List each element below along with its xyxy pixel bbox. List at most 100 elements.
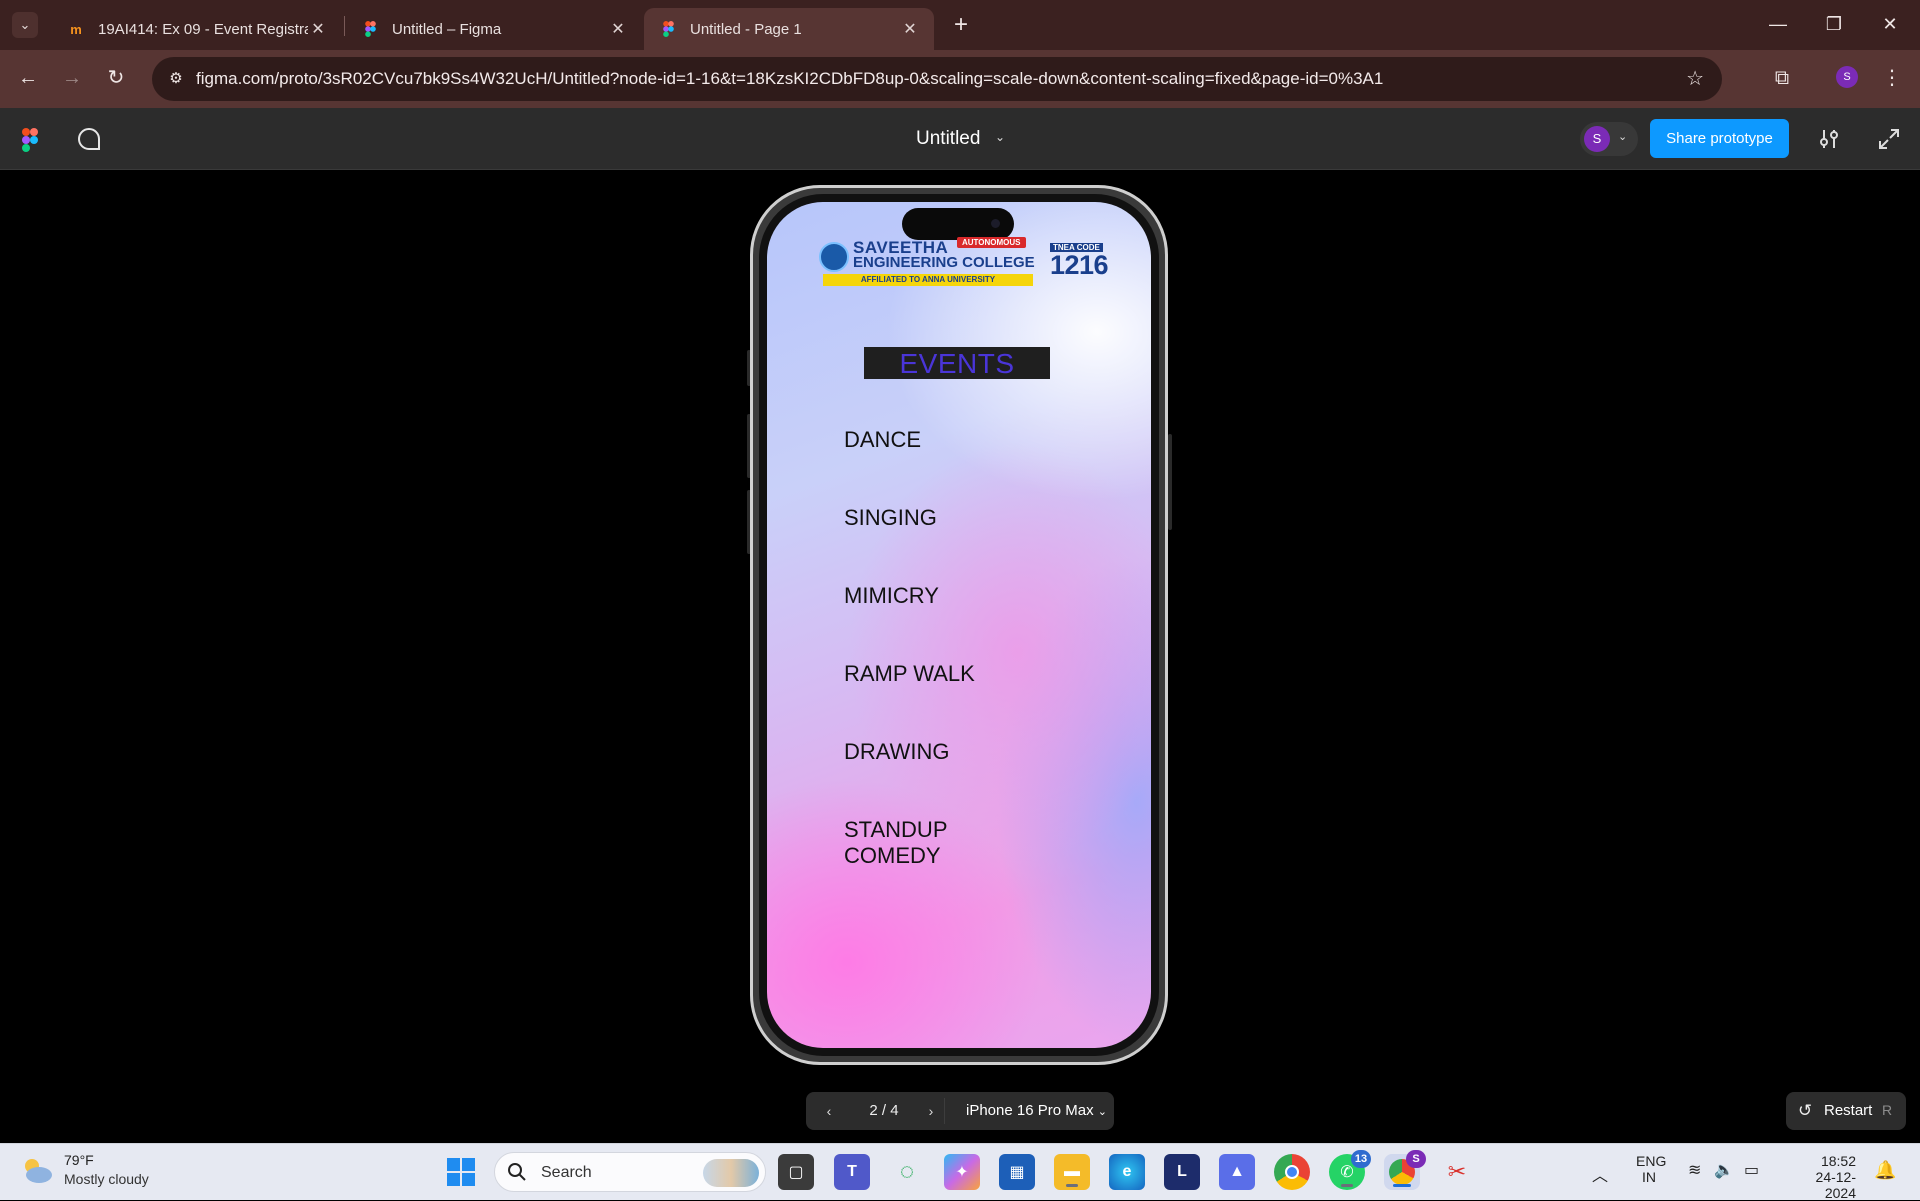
event-mimicry[interactable]: MIMICRY: [844, 583, 939, 609]
settings-sliders-icon[interactable]: [1816, 126, 1842, 152]
profile-badge: S: [1406, 1150, 1426, 1168]
clock-time: 18:52: [1820, 1153, 1856, 1169]
task-view-icon[interactable]: ▢: [778, 1154, 814, 1190]
device-selector[interactable]: iPhone 16 Pro Max ⌄: [966, 1102, 1107, 1119]
logo-affiliation: AFFILIATED TO ANNA UNIVERSITY: [823, 274, 1033, 286]
tnea-code: 1216: [1050, 250, 1109, 280]
copilot-icon[interactable]: ✦: [944, 1154, 980, 1190]
url-text[interactable]: figma.com/proto/3sR02CVcu7bk9Ss4W32UcH/U…: [196, 69, 1383, 89]
active-indicator: [1393, 1184, 1411, 1187]
tab-title: Untitled – Figma: [392, 20, 502, 38]
snipping-tool-icon[interactable]: ✂: [1439, 1154, 1475, 1190]
chevron-down-icon[interactable]: ⌄: [995, 130, 1005, 144]
taskbar-search[interactable]: Search: [494, 1152, 766, 1192]
window-close-button[interactable]: ✕: [1862, 0, 1918, 50]
weather-description[interactable]: Mostly cloudy: [64, 1171, 149, 1187]
close-icon[interactable]: ✕: [900, 19, 920, 39]
figma-icon: [660, 21, 676, 37]
autonomous-badge: AUTONOMOUS: [957, 237, 1026, 248]
prototype-pager: ‹ 2 / 4 › iPhone 16 Pro Max ⌄: [806, 1092, 1114, 1130]
search-highlight-image: [703, 1159, 759, 1187]
browser-tab-bar: ⌄ m 19AI414: Ex 09 - Event Registrat ✕ U…: [0, 0, 1920, 50]
site-info-icon[interactable]: ⚙: [160, 63, 192, 95]
reload-button[interactable]: ↻: [100, 62, 132, 94]
event-ramp-walk[interactable]: RAMP WALK: [844, 661, 975, 687]
extensions-icon[interactable]: ⧉: [1766, 62, 1798, 94]
figma-icon: [362, 21, 378, 37]
notification-bell-icon[interactable]: 🔔: [1874, 1160, 1896, 1181]
camera-lens: [991, 219, 1000, 228]
language-line1: ENG: [1636, 1153, 1667, 1169]
whatsapp-icon[interactable]: ✆ 13: [1329, 1150, 1371, 1190]
minimize-button[interactable]: —: [1750, 0, 1806, 50]
file-title[interactable]: Untitled: [916, 128, 980, 150]
chrome-profile-icon[interactable]: S: [1384, 1150, 1426, 1190]
restart-button[interactable]: ↺ Restart R: [1786, 1092, 1906, 1130]
tab-title: 19AI414: Ex 09 - Event Registrat: [98, 20, 308, 38]
college-logo: SAVEETHA AUTONOMOUS ENGINEERING COLLEGE …: [819, 236, 1109, 288]
tab-figma-editor[interactable]: Untitled – Figma ✕: [346, 8, 642, 50]
cloud-icon[interactable]: [20, 1156, 54, 1186]
wifi-icon[interactable]: ≋: [1688, 1160, 1701, 1180]
new-tab-button[interactable]: +: [948, 12, 974, 38]
refresh-app-icon[interactable]: ◌: [889, 1154, 925, 1190]
teams-icon[interactable]: T: [834, 1154, 870, 1190]
tab-moodle[interactable]: m 19AI414: Ex 09 - Event Registrat ✕: [52, 8, 342, 50]
next-frame-button[interactable]: ›: [920, 1100, 942, 1122]
search-label: Search: [541, 1164, 592, 1181]
device-label: iPhone 16 Pro Max: [966, 1102, 1094, 1119]
address-bar[interactable]: ⚙ figma.com/proto/3sR02CVcu7bk9Ss4W32UcH…: [152, 57, 1722, 101]
weather-temperature[interactable]: 79°F: [64, 1152, 94, 1168]
battery-icon[interactable]: ▭: [1744, 1160, 1759, 1180]
edge-icon[interactable]: e: [1109, 1154, 1145, 1190]
fullscreen-icon[interactable]: [1876, 126, 1902, 152]
phone-power-button: [1168, 434, 1172, 530]
language-indicator[interactable]: ENG IN: [1636, 1153, 1666, 1185]
clock-date: 24-12-2024: [1815, 1169, 1856, 1201]
back-button[interactable]: ←: [12, 62, 44, 94]
chrome-icon[interactable]: [1274, 1154, 1310, 1190]
windows-start-icon[interactable]: [443, 1154, 479, 1190]
volume-icon[interactable]: 🔈: [1714, 1160, 1734, 1180]
share-prototype-button[interactable]: Share prototype: [1650, 119, 1789, 158]
l-app-icon[interactable]: L: [1164, 1154, 1200, 1190]
restart-icon: ↺: [1798, 1101, 1813, 1120]
logo-line2: ENGINEERING COLLEGE: [853, 254, 1035, 271]
event-singing[interactable]: SINGING: [844, 505, 937, 531]
page-counter: 2 / 4: [869, 1102, 899, 1119]
search-icon: [507, 1162, 527, 1182]
chevron-down-icon: ⌄: [1618, 131, 1628, 143]
microsoft-store-icon[interactable]: ▦: [999, 1154, 1035, 1190]
multiplayer-avatar[interactable]: S ⌄: [1580, 122, 1638, 156]
browser-menu-icon[interactable]: ⋮: [1880, 62, 1904, 94]
figma-logo-icon[interactable]: [22, 128, 38, 152]
browser-toolbar: ← → ↻ ⚙ figma.com/proto/3sR02CVcu7bk9Ss4…: [0, 50, 1920, 108]
comment-icon[interactable]: [76, 126, 102, 152]
arc-app-icon[interactable]: ▲: [1219, 1154, 1255, 1190]
college-emblem-icon: [819, 242, 849, 272]
close-icon[interactable]: ✕: [608, 19, 628, 39]
previous-frame-button[interactable]: ‹: [818, 1100, 840, 1122]
event-dance[interactable]: DANCE: [844, 427, 921, 453]
event-drawing[interactable]: DRAWING: [844, 739, 950, 765]
tab-search-button[interactable]: ⌄: [12, 12, 38, 38]
file-explorer-icon[interactable]: ▬: [1054, 1154, 1090, 1190]
restore-button[interactable]: ❐: [1806, 0, 1862, 50]
running-indicator: [1341, 1184, 1353, 1187]
chevron-up-icon[interactable]: ︿: [1592, 1162, 1608, 1186]
event-standup-comedy-line2[interactable]: COMEDY: [844, 843, 941, 869]
close-icon[interactable]: ✕: [308, 19, 328, 39]
language-line2: IN: [1642, 1169, 1656, 1185]
profile-avatar[interactable]: S: [1836, 66, 1858, 88]
iphone-frame: [750, 185, 1168, 1065]
event-standup-comedy-line1[interactable]: STANDUP: [844, 817, 948, 843]
tab-title: Untitled - Page 1: [690, 20, 802, 38]
clock[interactable]: 18:52 24-12-2024: [1790, 1153, 1856, 1201]
notification-badge: 13: [1351, 1150, 1371, 1168]
moodle-icon: m: [70, 21, 82, 37]
forward-button[interactable]: →: [56, 62, 88, 94]
phone-screen[interactable]: [767, 202, 1151, 1048]
restart-label: Restart: [1824, 1102, 1873, 1119]
bookmark-star-icon[interactable]: ☆: [1686, 66, 1704, 91]
tab-figma-prototype[interactable]: Untitled - Page 1 ✕: [644, 8, 934, 50]
